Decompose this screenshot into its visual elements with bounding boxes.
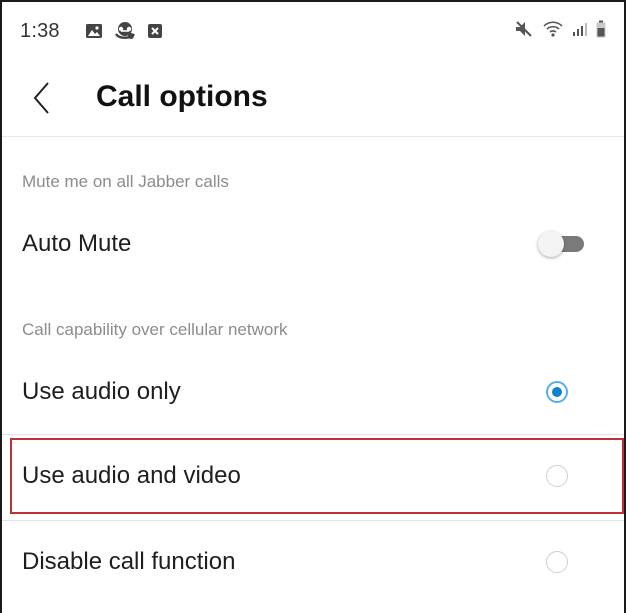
option-audio-only[interactable]: Use audio only xyxy=(2,352,624,432)
close-box-icon xyxy=(147,23,163,39)
chevron-left-icon xyxy=(32,81,52,120)
radio-audio-only[interactable] xyxy=(546,381,568,403)
option-disable-call[interactable]: Disable call function xyxy=(2,522,624,602)
option-label: Use audio only xyxy=(22,378,181,405)
status-right-icons xyxy=(514,20,606,38)
status-bar: 1:38 xyxy=(2,2,624,66)
battery-icon xyxy=(596,20,606,38)
voicemail-icon xyxy=(113,22,137,40)
signal-icon xyxy=(572,21,588,37)
status-time: 1:38 xyxy=(20,20,60,42)
radio-audio-video[interactable] xyxy=(546,465,568,487)
app-header: Call options xyxy=(2,66,624,137)
divider xyxy=(2,434,624,435)
phone-screen: 1:38 Call options Mute me on all Jabber … xyxy=(0,0,626,613)
image-icon xyxy=(85,23,103,39)
page-title: Call options xyxy=(96,80,268,113)
auto-mute-row[interactable]: Auto Mute xyxy=(2,204,624,284)
status-left-icons xyxy=(85,22,163,40)
toggle-thumb xyxy=(538,231,564,257)
mute-icon xyxy=(514,20,534,38)
radio-disable-call[interactable] xyxy=(546,551,568,573)
divider xyxy=(2,520,624,521)
back-button[interactable] xyxy=(24,80,60,120)
auto-mute-label: Auto Mute xyxy=(22,230,132,257)
option-audio-video[interactable]: Use audio and video xyxy=(2,436,624,516)
capability-section-label: Call capability over cellular network xyxy=(22,320,288,339)
option-label: Use audio and video xyxy=(22,462,241,489)
auto-mute-toggle[interactable] xyxy=(538,231,586,257)
wifi-icon xyxy=(542,20,564,38)
mute-section-label: Mute me on all Jabber calls xyxy=(22,172,229,191)
option-label: Disable call function xyxy=(22,548,236,575)
